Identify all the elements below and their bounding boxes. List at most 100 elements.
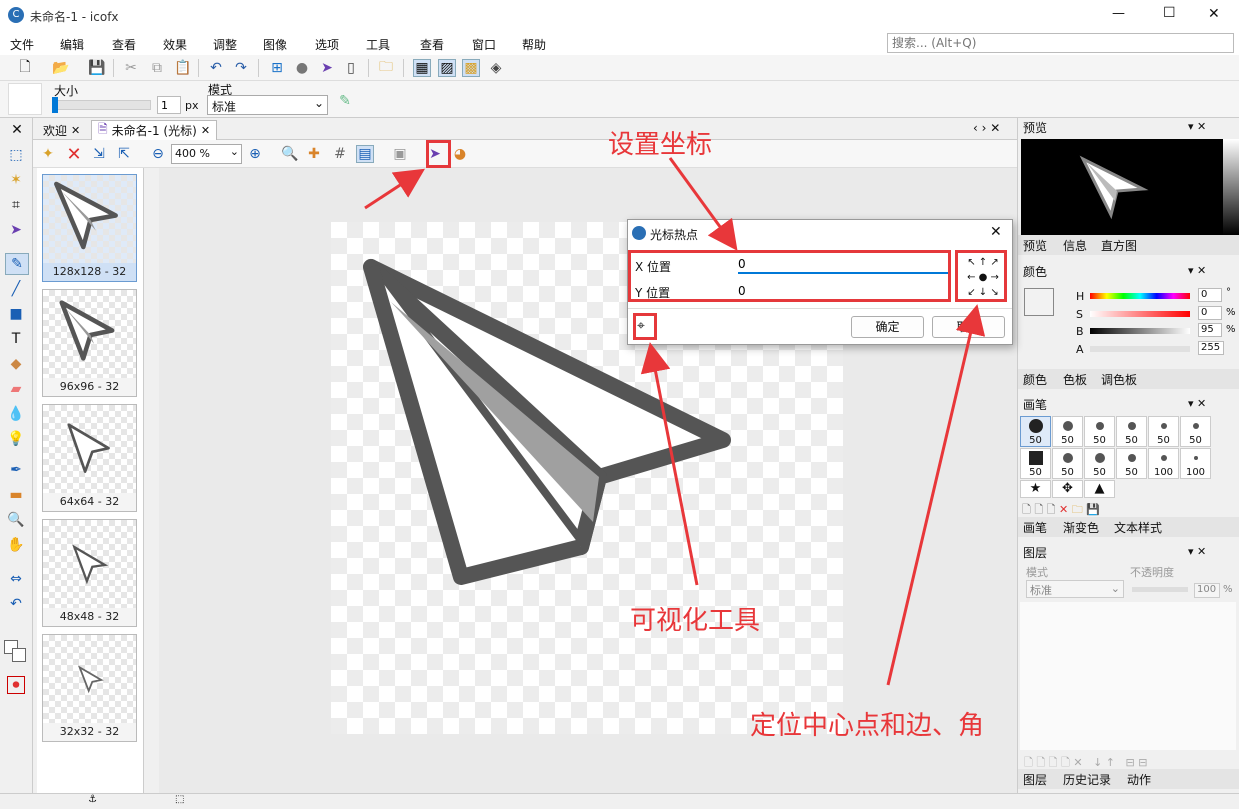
brush-preset[interactable]: 50 <box>1084 448 1115 479</box>
size-slider[interactable] <box>52 97 151 113</box>
menu-view2[interactable]: 查看 <box>420 36 444 53</box>
ok-button[interactable]: 确定 <box>851 316 924 338</box>
brightness-value[interactable]: 95 <box>1198 323 1222 337</box>
zoom-in-icon[interactable]: ⊕ <box>246 145 264 163</box>
zoom-select[interactable]: 400 % ⌄ <box>171 144 242 164</box>
menu-help[interactable]: 帮助 <box>522 36 546 53</box>
thumb-scrollbar[interactable] <box>144 168 159 793</box>
brush-preset[interactable]: 50 <box>1116 448 1147 479</box>
panel-toggle-icon[interactable]: ▤ <box>356 145 374 163</box>
opacity-slider[interactable] <box>1132 587 1188 592</box>
magic-wand-icon[interactable]: ✶ <box>7 171 25 189</box>
brush-preset[interactable]: 50 <box>1148 416 1179 447</box>
brush-preset[interactable]: 100 <box>1180 448 1211 479</box>
brush-preset[interactable]: 100 <box>1148 448 1179 479</box>
tab-layers[interactable]: 图层 <box>1023 771 1047 788</box>
menu-effects[interactable]: 效果 <box>163 36 187 53</box>
brush-preset[interactable]: 50 <box>1116 416 1147 447</box>
brush-preset[interactable]: 50 <box>1020 448 1051 479</box>
lightbulb-icon[interactable]: 💡 <box>7 430 25 448</box>
menu-tools[interactable]: 工具 <box>366 36 390 53</box>
brush-preset[interactable]: 50 <box>1084 416 1115 447</box>
brush-shape-preset[interactable]: ▲ <box>1084 480 1115 498</box>
menu-view[interactable]: 查看 <box>112 36 136 53</box>
line-icon[interactable]: ╱ <box>7 280 25 298</box>
brush-shape-preset[interactable]: ★ <box>1020 480 1051 498</box>
menu-window[interactable]: 窗口 <box>472 36 496 53</box>
fill-icon[interactable]: ◆ <box>7 355 25 373</box>
menu-options[interactable]: 选项 <box>315 36 339 53</box>
save-icon[interactable]: 💾 <box>88 59 106 77</box>
animation-icon[interactable]: ◕ <box>451 145 469 163</box>
mode-select[interactable]: 标准 ⌄ <box>207 95 328 115</box>
move-icon[interactable]: ➤ <box>7 221 25 239</box>
new-file-icon[interactable]: 🗋 <box>16 59 34 77</box>
redo-icon[interactable]: ↷ <box>232 59 250 77</box>
rect-select-icon[interactable]: ⬚ <box>7 146 25 164</box>
image-folder-icon[interactable]: 🗀 <box>377 59 395 77</box>
menu-file[interactable]: 文件 <box>10 36 34 53</box>
layer-mode-select[interactable]: 标准 ⌄ <box>1026 580 1124 598</box>
secondary-color-swatch[interactable] <box>12 648 26 662</box>
tab-history[interactable]: 历史记录 <box>1063 771 1111 788</box>
brush-preset[interactable]: 50 <box>1052 416 1083 447</box>
panel-close-icon[interactable]: ✕ <box>8 121 26 139</box>
brush-icon[interactable]: ✎ <box>5 253 29 275</box>
antialias-icon[interactable]: ✎ <box>336 92 354 110</box>
ruler-icon[interactable]: ▬ <box>7 486 25 504</box>
panel-menu-icon[interactable]: ▾ ✕ <box>1188 120 1206 133</box>
apple-icon[interactable]: ● <box>293 59 311 77</box>
close-button[interactable]: ✕ <box>1208 6 1220 22</box>
blur-drop-icon[interactable]: 💧 <box>7 405 25 423</box>
brush-preset[interactable]: 50 <box>1020 416 1051 447</box>
tab-nav-arrows[interactable]: ‹ › ✕ <box>973 121 1000 135</box>
size-input[interactable] <box>157 96 181 114</box>
mobile-icon[interactable]: ▯ <box>342 59 360 77</box>
zoom-fit-icon[interactable]: 🔍 <box>281 145 299 163</box>
panel-menu-icon[interactable]: ▾ ✕ <box>1188 397 1206 410</box>
flip-icon[interactable]: ⇔ <box>7 570 25 588</box>
new-image-icon[interactable]: ✦ <box>39 145 57 163</box>
cancel-button[interactable]: 取消 <box>932 316 1005 338</box>
panel-menu-icon[interactable]: ▾ ✕ <box>1188 264 1206 277</box>
zoom-out-icon[interactable]: ⊖ <box>149 145 167 163</box>
maximize-button[interactable]: ☐ <box>1163 5 1176 21</box>
panel-menu-icon[interactable]: ▾ ✕ <box>1188 545 1206 558</box>
opacity-value[interactable]: 100 <box>1194 583 1220 598</box>
saturation-slider[interactable] <box>1090 311 1190 317</box>
menu-adjust[interactable]: 调整 <box>213 36 237 53</box>
hue-value[interactable]: 0 <box>1198 288 1222 302</box>
brightness-slider[interactable] <box>1090 328 1190 334</box>
windows-icon[interactable]: ⊞ <box>268 59 286 77</box>
hue-slider[interactable] <box>1090 293 1190 299</box>
export-icon[interactable]: ⇱ <box>115 145 133 163</box>
hand-icon[interactable]: ✋ <box>7 536 25 554</box>
rectangle-icon[interactable]: ■ <box>7 305 25 323</box>
brush-preset[interactable]: 50 <box>1052 448 1083 479</box>
alpha-slider[interactable] <box>1090 346 1190 352</box>
copy-icon[interactable]: ⧉ <box>148 59 166 77</box>
tab-brush[interactable]: 画笔 <box>1023 519 1047 536</box>
thumb-48[interactable]: 48x48 - 32 <box>42 519 137 627</box>
undo-icon[interactable]: ↶ <box>207 59 225 77</box>
pixel-grid-icon[interactable]: # <box>331 145 349 163</box>
test-icon[interactable]: ▣ <box>391 145 409 163</box>
alpha-value[interactable]: 255 <box>1198 341 1224 355</box>
saturation-value[interactable]: 0 <box>1198 306 1222 320</box>
zoom-icon[interactable]: 🔍 <box>7 511 25 529</box>
checker-background-icon[interactable]: ▦ <box>413 59 431 77</box>
tab-palette[interactable]: 调色板 <box>1101 371 1137 388</box>
tab-histogram[interactable]: 直方图 <box>1101 237 1137 254</box>
tab-preview[interactable]: 预览 <box>1023 237 1047 254</box>
menu-edit[interactable]: 编辑 <box>60 36 84 53</box>
open-folder-icon[interactable]: 📂 <box>52 59 70 77</box>
tab-swatches[interactable]: 色板 <box>1063 371 1087 388</box>
search-input[interactable] <box>887 33 1234 53</box>
thumb-96[interactable]: 96x96 - 32 <box>42 289 137 397</box>
tab-color[interactable]: 颜色 <box>1023 371 1047 388</box>
layers-stack-icon[interactable]: ◈ <box>487 59 505 77</box>
delete-image-icon[interactable]: ✕ <box>65 144 83 165</box>
paste-icon[interactable]: 📋 <box>174 59 192 77</box>
thumb-64[interactable]: 64x64 - 32 <box>42 404 137 512</box>
crop-icon[interactable]: ⌗ <box>7 196 25 214</box>
